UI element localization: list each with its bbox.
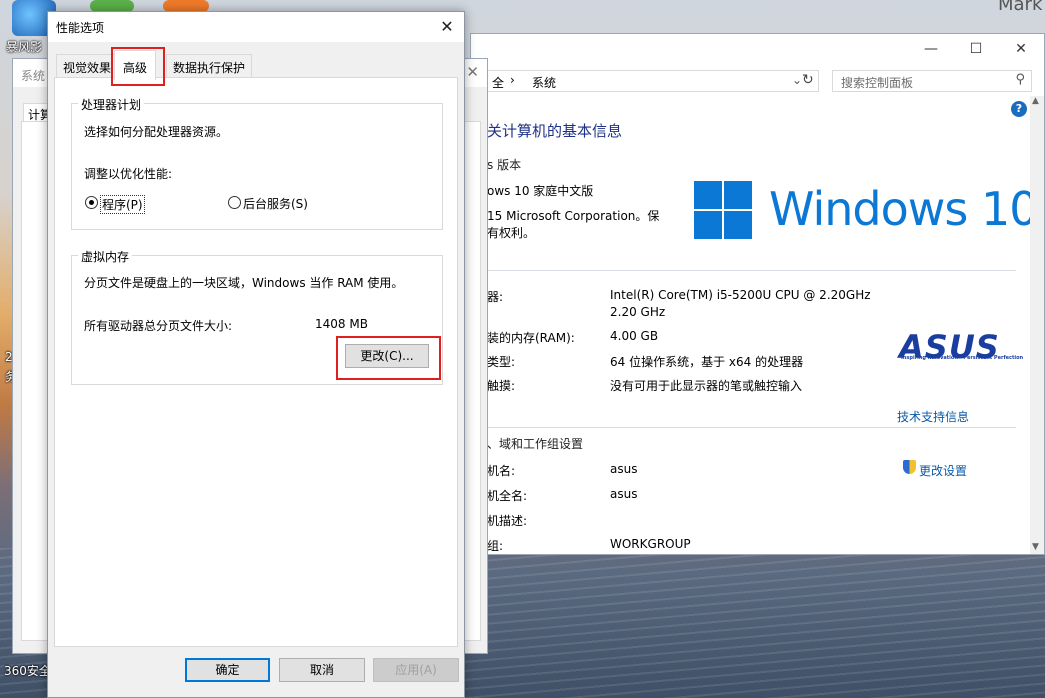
section-computer-name: 、域和工作组设置: [487, 437, 584, 451]
pen-touch-label: 触摸:: [487, 379, 516, 393]
cancel-button[interactable]: 取消: [279, 658, 365, 682]
window-title: 系统: [21, 69, 46, 83]
shield-icon: [903, 460, 916, 474]
group-title: 虚拟内存: [78, 248, 133, 265]
performance-options-dialog[interactable]: 性能选项 ✕ 视觉效果 高级 数据执行保护 处理器计划 选择如何分配处理器资源。…: [47, 11, 465, 698]
ram-value: 4.00 GB: [610, 329, 659, 343]
computer-name-value: asus: [610, 462, 638, 476]
desktop-icon-label: 360安全: [4, 664, 51, 678]
desktop-top-text: Mark: [998, 0, 1043, 15]
close-icon[interactable]: ✕: [466, 63, 479, 81]
adjust-label: 调整以优化性能:: [84, 167, 173, 181]
computer-name-label: 机名:: [487, 464, 516, 478]
processor-scheduling-group: 处理器计划 选择如何分配处理器资源。 调整以优化性能: 程序(P) 后台服务(S…: [71, 96, 443, 230]
help-icon[interactable]: ?: [1011, 101, 1027, 117]
search-input[interactable]: 搜索控制面板 ⚲: [832, 70, 1032, 92]
windows-logo-icon: [694, 181, 752, 239]
system-type-value: 64 位操作系统，基于 x64 的处理器: [610, 355, 804, 369]
edition-name: ows 10 家庭中文版: [487, 184, 594, 198]
tab-visual-effects[interactable]: 视觉效果: [56, 54, 119, 78]
apply-button[interactable]: 应用(A): [373, 658, 459, 682]
dialog-title: 性能选项: [56, 21, 105, 35]
windows-brand-text: Windows 10: [769, 182, 1038, 236]
divider: [487, 427, 1016, 428]
copyright-line: 15 Microsoft Corporation。保: [487, 209, 660, 223]
computer-desc-label: 机描述:: [487, 514, 528, 528]
workgroup-label: 组:: [487, 539, 504, 553]
change-settings-link[interactable]: 更改设置: [919, 462, 967, 479]
processor-value: Intel(R) Core(TM) i5-5200U CPU @ 2.20GHz: [610, 288, 871, 302]
vm-description: 分页文件是硬盘上的一块区域，Windows 当作 RAM 使用。: [84, 276, 404, 290]
system-window-titlebar[interactable]: — ☐ ✕: [471, 34, 1044, 64]
processor-description: 选择如何分配处理器资源。: [84, 125, 229, 139]
tab-data-execution-prevention[interactable]: 数据执行保护: [166, 54, 253, 78]
asus-tagline: Inspiring Innovation · Persistent Perfec…: [901, 355, 1024, 361]
system-control-panel-window[interactable]: — ☐ ✕ 全 › 系统 ⌄ ↻ 搜索控制面板 ⚲ ? 关计算机的基本信息 s …: [470, 33, 1045, 555]
divider: [487, 270, 1016, 271]
desktop-icon-label: 暴风影: [6, 40, 43, 54]
group-title: 处理器计划: [78, 96, 145, 113]
copyright-line: 有权利。: [487, 226, 536, 240]
search-icon[interactable]: ⚲: [1015, 72, 1025, 87]
workgroup-value: WORKGROUP: [610, 537, 691, 551]
tab-advanced[interactable]: 高级: [114, 50, 157, 80]
breadcrumb-prev[interactable]: 全: [492, 74, 504, 91]
breadcrumb-separator: ›: [510, 73, 515, 87]
maximize-icon[interactable]: ☐: [956, 37, 996, 61]
full-name-value: asus: [610, 487, 638, 501]
processor-speed: 2.20 GHz: [610, 305, 666, 319]
radio-background-services[interactable]: [228, 196, 241, 209]
radio-background-services-label[interactable]: 后台服务(S): [243, 195, 308, 212]
minimize-icon[interactable]: —: [911, 37, 951, 61]
tab-panel-advanced: 处理器计划 选择如何分配处理器资源。 调整以优化性能: 程序(P) 后台服务(S…: [54, 77, 458, 647]
dialog-titlebar[interactable]: 性能选项 ✕: [48, 12, 464, 42]
scrollbar[interactable]: ▲ ▼: [1030, 96, 1044, 554]
virtual-memory-group: 虚拟内存 分页文件是硬盘上的一块区域，Windows 当作 RAM 使用。 所有…: [71, 248, 443, 385]
paging-total-value: 1408 MB: [315, 317, 368, 331]
address-bar[interactable]: 全 › 系统 ⌄: [479, 70, 819, 92]
close-icon[interactable]: ✕: [436, 16, 458, 38]
section-windows-edition: s 版本: [487, 158, 522, 172]
support-info-link[interactable]: 技术支持信息: [897, 408, 969, 425]
refresh-icon[interactable]: ↻: [802, 72, 814, 88]
scroll-down-icon[interactable]: ▼: [1032, 542, 1039, 552]
scroll-up-icon[interactable]: ▲: [1032, 96, 1039, 106]
search-placeholder: 搜索控制面板: [841, 76, 914, 90]
pen-touch-value: 没有可用于此显示器的笔或触控输入: [610, 379, 803, 393]
chevron-down-icon[interactable]: ⌄: [792, 73, 802, 87]
ram-label: 装的内存(RAM):: [487, 331, 575, 345]
breadcrumb-current[interactable]: 系统: [532, 74, 556, 91]
full-name-label: 机全名:: [487, 489, 528, 503]
radio-programs[interactable]: [85, 196, 98, 209]
ok-button[interactable]: 确定: [185, 658, 270, 682]
paging-total-label: 所有驱动器总分页文件大小:: [84, 319, 233, 333]
page-title: 关计算机的基本信息: [487, 122, 623, 140]
radio-programs-label[interactable]: 程序(P): [100, 195, 145, 214]
system-type-label: 类型:: [487, 355, 516, 369]
close-icon[interactable]: ✕: [1001, 37, 1041, 61]
change-button[interactable]: 更改(C)...: [345, 344, 429, 368]
processor-label: 器:: [487, 290, 504, 304]
